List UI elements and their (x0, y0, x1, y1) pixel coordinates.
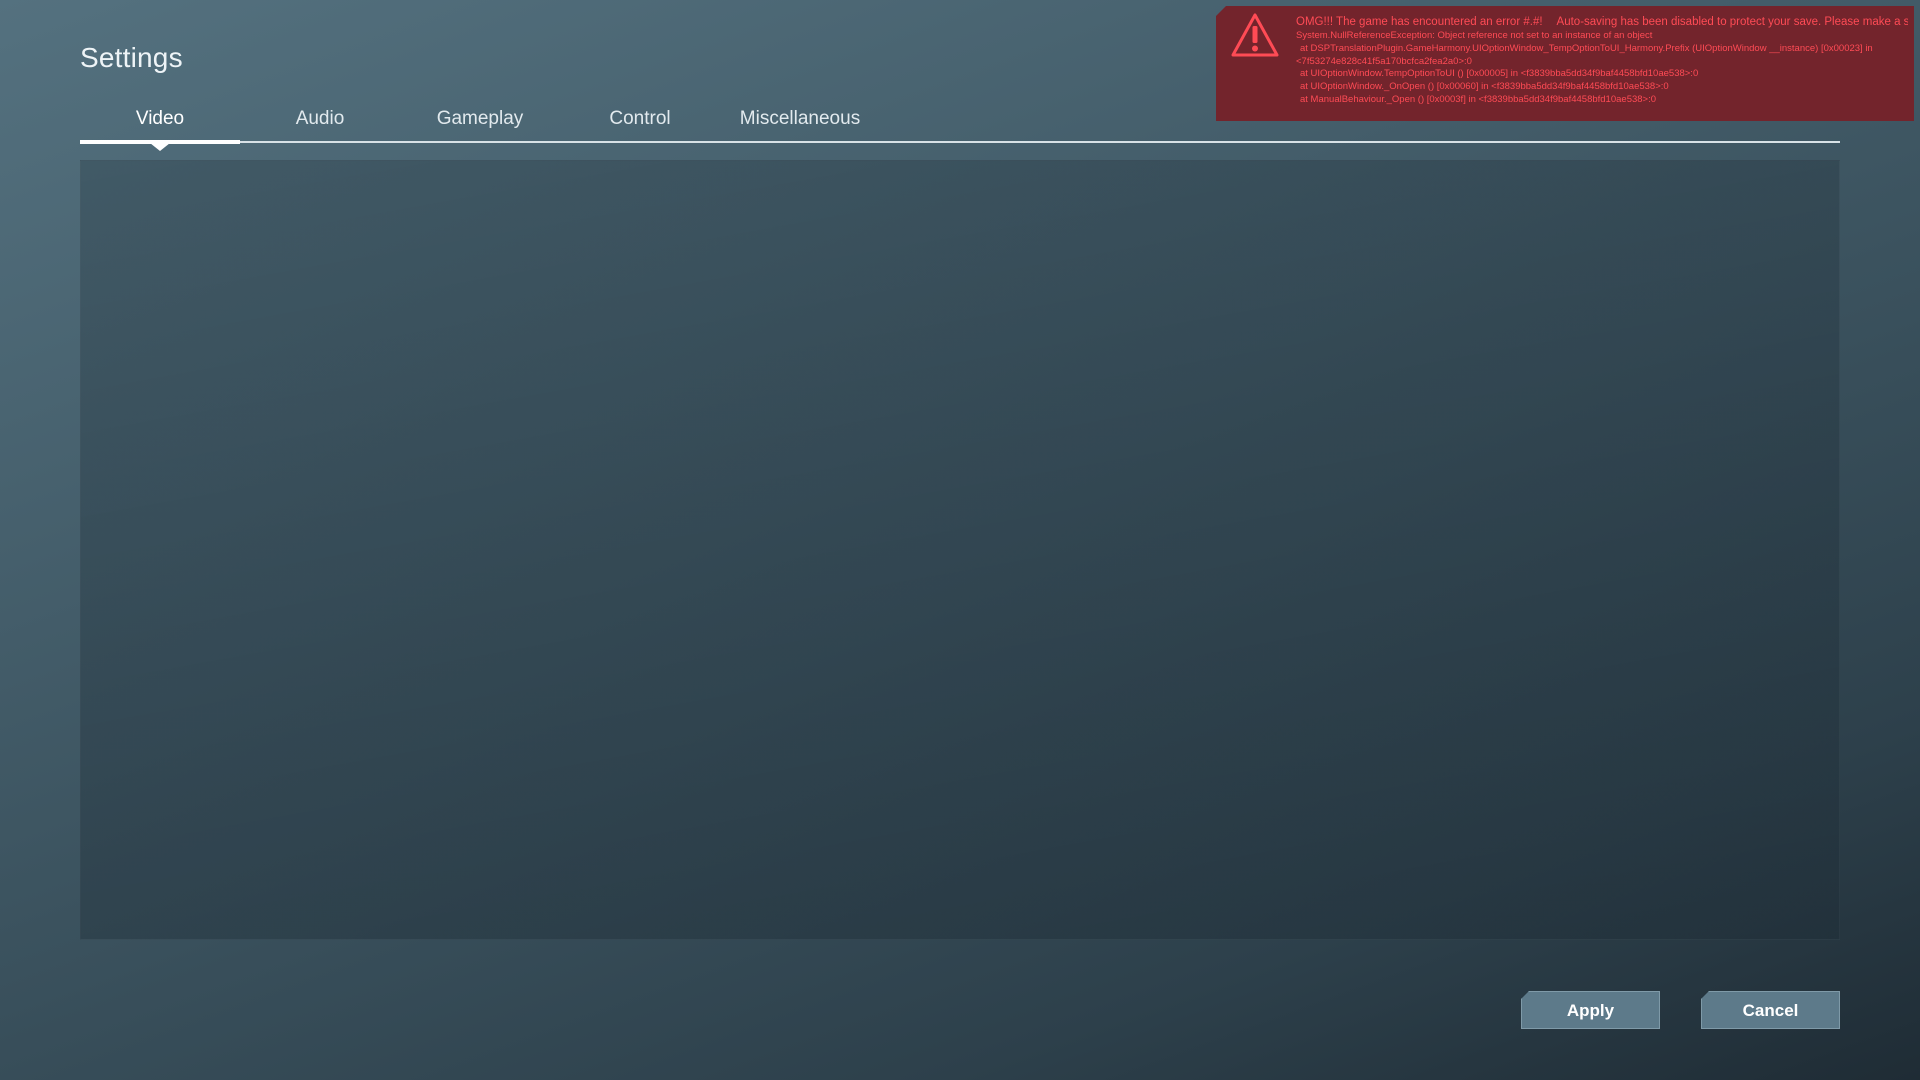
error-trace-line: System.NullReferenceException: Object re… (1296, 30, 1653, 41)
error-trace-line: at ManualBehaviour._Open () [0x0003f] in… (1300, 93, 1657, 105)
settings-content-panel (80, 160, 1840, 940)
error-title: OMG!!! The game has encountered an error… (1296, 16, 1543, 28)
tab-video[interactable]: Video (80, 108, 240, 144)
cancel-button[interactable]: Cancel (1701, 991, 1840, 1029)
error-trace-line: at UIOptionWindow._OnOpen () [0x00060] i… (1300, 81, 1669, 93)
tab-control[interactable]: Control (560, 108, 720, 144)
error-headline: OMG!!! The game has encountered an error… (1296, 14, 1908, 30)
warning-triangle-icon (1230, 12, 1280, 58)
tab-gameplay[interactable]: Gameplay (400, 108, 560, 144)
page-title: Settings (80, 42, 183, 73)
tab-audio[interactable]: Audio (240, 108, 400, 144)
tabs-divider (80, 141, 1840, 143)
apply-button[interactable]: Apply (1521, 991, 1660, 1029)
tab-miscellaneous[interactable]: Miscellaneous (720, 108, 880, 144)
error-trace-line: at DSPTranslationPlugin.GameHarmony.UIOp… (1300, 42, 1873, 54)
active-tab-caret-icon (150, 143, 170, 151)
autosave-notice: Auto-saving has been disabled to protect… (1556, 16, 1908, 28)
error-trace-line: at UIOptionWindow.TempOptionToUI () [0x0… (1300, 68, 1699, 80)
error-message: OMG!!! The game has encountered an error… (1296, 14, 1908, 107)
error-notification: OMG!!! The game has encountered an error… (1216, 6, 1914, 121)
error-trace-line: <7f53274e828c41f5a170bcfca2fea2a0>:0 (1296, 55, 1472, 67)
